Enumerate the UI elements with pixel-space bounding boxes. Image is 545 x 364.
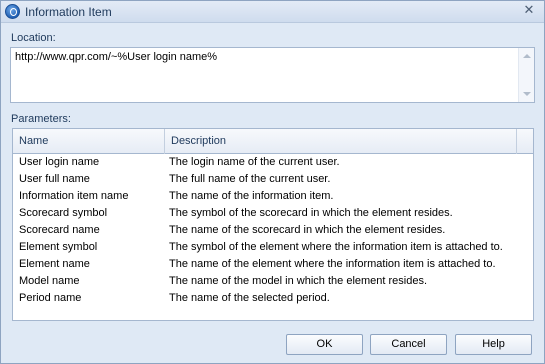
table-row[interactable]: Information item name The name of the inf… [13,188,533,205]
parameters-label: Parameters: [11,113,71,125]
parameter-name: User full name [19,173,90,185]
close-icon[interactable]: ✕ [522,4,536,18]
table-body: User login name The login name of the cur… [13,154,533,307]
help-button[interactable]: Help [455,334,532,355]
table-row[interactable]: Period name The name of the selected peri… [13,290,533,307]
location-field: http://www.qpr.com/~%User login name% [10,47,535,103]
parameter-description: The symbol of the scorecard in which the… [169,207,453,219]
location-label: Location: [11,32,56,44]
table-row[interactable]: Scorecard symbol The symbol of the scorec… [13,205,533,222]
table-row[interactable]: Element name The name of the element wher… [13,256,533,273]
window-title: Information Item [25,5,112,19]
scroll-up-icon[interactable] [523,54,531,58]
parameter-name: Period name [19,292,82,304]
title-bar: Information Item ✕ [1,1,544,23]
scroll-down-icon[interactable] [523,92,531,96]
location-scrollbar[interactable] [518,48,534,102]
parameter-description: The name of the information item. [169,190,334,202]
ok-button[interactable]: OK [286,334,363,355]
parameter-name: Element name [19,258,90,270]
parameters-table: Name Description User login name The logi… [12,128,534,321]
table-row[interactable]: User login name The login name of the cur… [13,154,533,171]
parameter-description: The symbol of the element where the info… [169,241,503,253]
parameter-name: Scorecard symbol [19,207,108,219]
parameter-name: Scorecard name [19,224,100,236]
parameter-description: The name of the selected period. [169,292,330,304]
parameter-name: User login name [19,156,100,168]
column-header-name[interactable]: Name [13,129,165,154]
table-row[interactable]: Element symbol The symbol of the element … [13,239,533,256]
cancel-button[interactable]: Cancel [370,334,447,355]
app-icon [5,4,20,19]
table-row[interactable]: User full name The full name of the curre… [13,171,533,188]
column-header-description[interactable]: Description [165,129,517,154]
column-header-filler [517,129,533,154]
parameter-description: The name of the model in which the eleme… [169,275,428,287]
parameter-name: Information item name [19,190,129,202]
information-item-dialog: Information Item ✕ Location: http://www.… [0,0,545,364]
location-input[interactable]: http://www.qpr.com/~%User login name% [11,48,519,102]
parameter-name: Model name [19,275,80,287]
parameter-description: The full name of the current user. [169,173,331,185]
parameter-description: The login name of the current user. [169,156,340,168]
table-header: Name Description [13,129,533,154]
table-row[interactable]: Model name The name of the model in which… [13,273,533,290]
parameter-description: The name of the scorecard in which the e… [169,224,446,236]
parameter-name: Element symbol [19,241,98,253]
table-row[interactable]: Scorecard name The name of the scorecard … [13,222,533,239]
parameter-description: The name of the element where the inform… [169,258,496,270]
